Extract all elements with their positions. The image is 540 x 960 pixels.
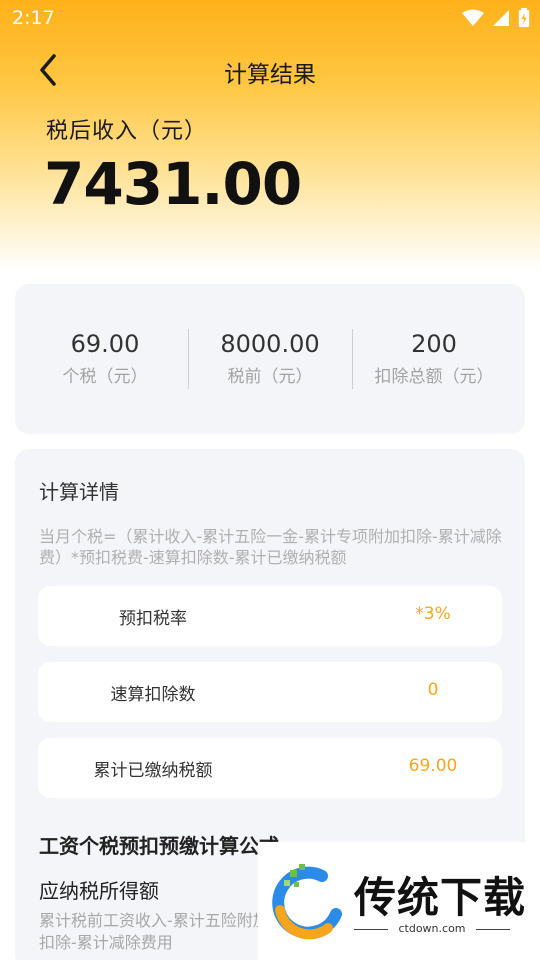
detail-row-value: 69.00 bbox=[408, 756, 458, 776]
summary-deduction-label: 扣除总额（元） bbox=[374, 367, 494, 387]
battery-icon bbox=[518, 8, 530, 27]
detail-row-value: 0 bbox=[427, 680, 439, 700]
summary-tax-value: 69.00 bbox=[70, 330, 140, 358]
summary-pretax: 8000.00 税前（元） bbox=[185, 330, 355, 387]
detail-row-label: 累计已缴纳税额 bbox=[93, 761, 213, 781]
summary-deduction: 200 扣除总额（元） bbox=[349, 330, 519, 387]
watermark-line bbox=[476, 929, 510, 930]
detail-row-label: 速算扣除数 bbox=[110, 685, 196, 705]
watermark-logo-icon bbox=[272, 864, 342, 940]
cell-signal-icon bbox=[493, 10, 509, 26]
detail-row-quick-deduction: 速算扣除数 0 bbox=[38, 662, 502, 722]
status-icons bbox=[462, 8, 530, 28]
watermark-brand: 传统下载 bbox=[354, 873, 527, 922]
summary-tax-label: 个税（元） bbox=[62, 367, 148, 387]
summary-pretax-value: 8000.00 bbox=[220, 330, 320, 358]
income-value: 7431.00 bbox=[44, 150, 302, 218]
status-time: 2:17 bbox=[12, 7, 55, 29]
formula-section-title: 工资个税预扣预缴计算公式 bbox=[39, 834, 279, 858]
page-title: 计算结果 bbox=[224, 62, 316, 88]
formula-section-text: 累计税前工资收入-累计五险附加扣除-累计减除费用 bbox=[39, 911, 269, 952]
summary-card: 69.00 个税（元） 8000.00 税前（元） 200 扣除总额（元） bbox=[15, 284, 525, 434]
summary-pretax-label: 税前（元） bbox=[227, 367, 313, 387]
summary-deduction-value: 200 bbox=[411, 330, 457, 358]
detail-row-paid-tax: 累计已缴纳税额 69.00 bbox=[38, 738, 502, 798]
detail-formula: 当月个税=（累计收入-累计五险一金-累计专项附加扣除-累计减除费）*预扣税费-速… bbox=[39, 527, 502, 567]
detail-row-tax-rate: 预扣税率 *3% bbox=[38, 586, 502, 646]
watermark: 传统下载 ctdown.com bbox=[258, 842, 540, 960]
detail-row-value: *3% bbox=[415, 604, 451, 624]
wifi-icon bbox=[462, 9, 484, 26]
detail-row-label: 预扣税率 bbox=[119, 609, 187, 629]
income-label: 税后收入（元） bbox=[46, 119, 208, 144]
formula-section-subtitle: 应纳税所得额 bbox=[39, 879, 159, 903]
detail-title: 计算详情 bbox=[39, 480, 119, 504]
status-bar: 2:17 bbox=[0, 0, 540, 36]
summary-tax: 69.00 个税（元） bbox=[20, 330, 190, 387]
